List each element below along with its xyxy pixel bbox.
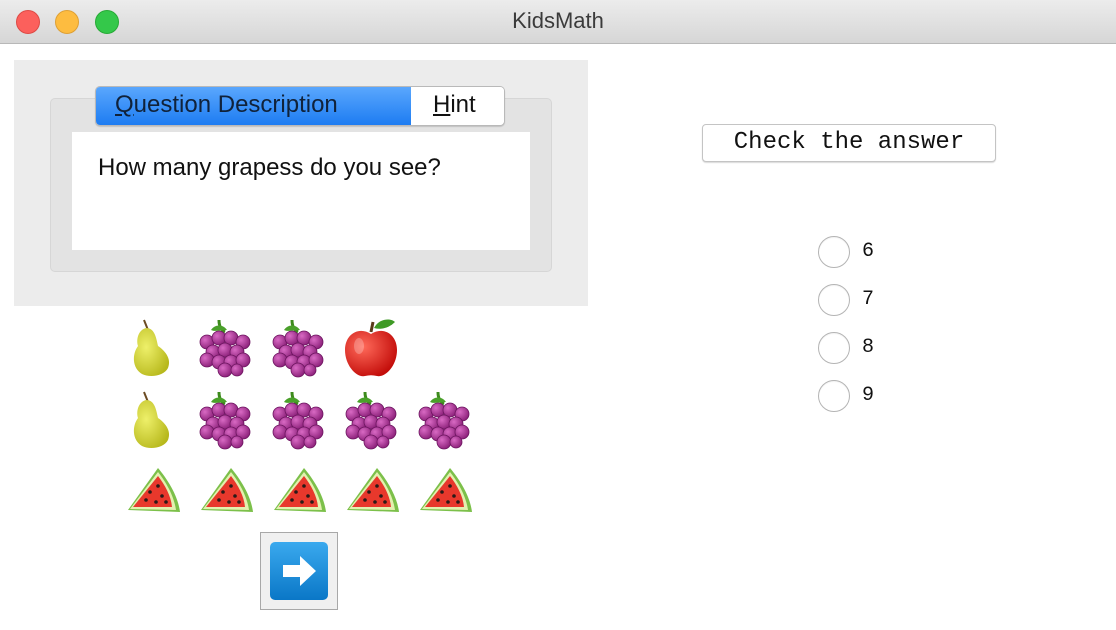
tab-hint[interactable]: Hint (411, 87, 504, 125)
grapes-icon (197, 316, 253, 378)
radio-button[interactable] (818, 380, 850, 412)
answer-option-label: 6 (862, 240, 875, 263)
radio-button[interactable] (818, 236, 850, 268)
answer-option-label: 7 (862, 288, 875, 311)
watermelon-icon (343, 460, 399, 522)
next-question-button[interactable] (260, 532, 338, 610)
watermelon-icon (270, 460, 326, 522)
window-title: KidsMath (512, 8, 604, 33)
pear-icon (124, 388, 180, 450)
grapes-icon (197, 388, 253, 450)
grapes-icon (270, 388, 326, 450)
grapes-icon (416, 388, 472, 450)
check-answer-button[interactable]: Check the answer (702, 124, 996, 162)
tab-mnemonic: H (433, 91, 451, 118)
question-text-area: How many grapess do you see? (72, 132, 530, 250)
tab-label-rest: uestion Description (133, 91, 338, 118)
question-text: How many grapess do you see? (98, 154, 441, 181)
radio-button[interactable] (818, 284, 850, 316)
window-title-bar: KidsMath (0, 0, 1116, 44)
tab-question-description[interactable]: Question Description (96, 87, 411, 125)
arrow-right-icon (283, 556, 316, 586)
pear-icon (124, 316, 180, 378)
tab-bar: Question Description Hint (95, 86, 505, 126)
answer-option-label: 8 (862, 336, 875, 359)
tab-mnemonic: Q (115, 91, 134, 118)
watermelon-icon (416, 460, 472, 522)
watermelon-icon (124, 460, 180, 522)
apple-icon (343, 316, 399, 378)
next-button-face (270, 542, 328, 600)
grapes-icon (343, 388, 399, 450)
watermelon-icon (197, 460, 253, 522)
grapes-icon (270, 316, 326, 378)
answer-option-label: 9 (862, 384, 875, 407)
tab-label-rest: int (450, 91, 476, 118)
radio-button[interactable] (818, 332, 850, 364)
question-panel: How many grapess do you see? Question De… (14, 60, 588, 306)
